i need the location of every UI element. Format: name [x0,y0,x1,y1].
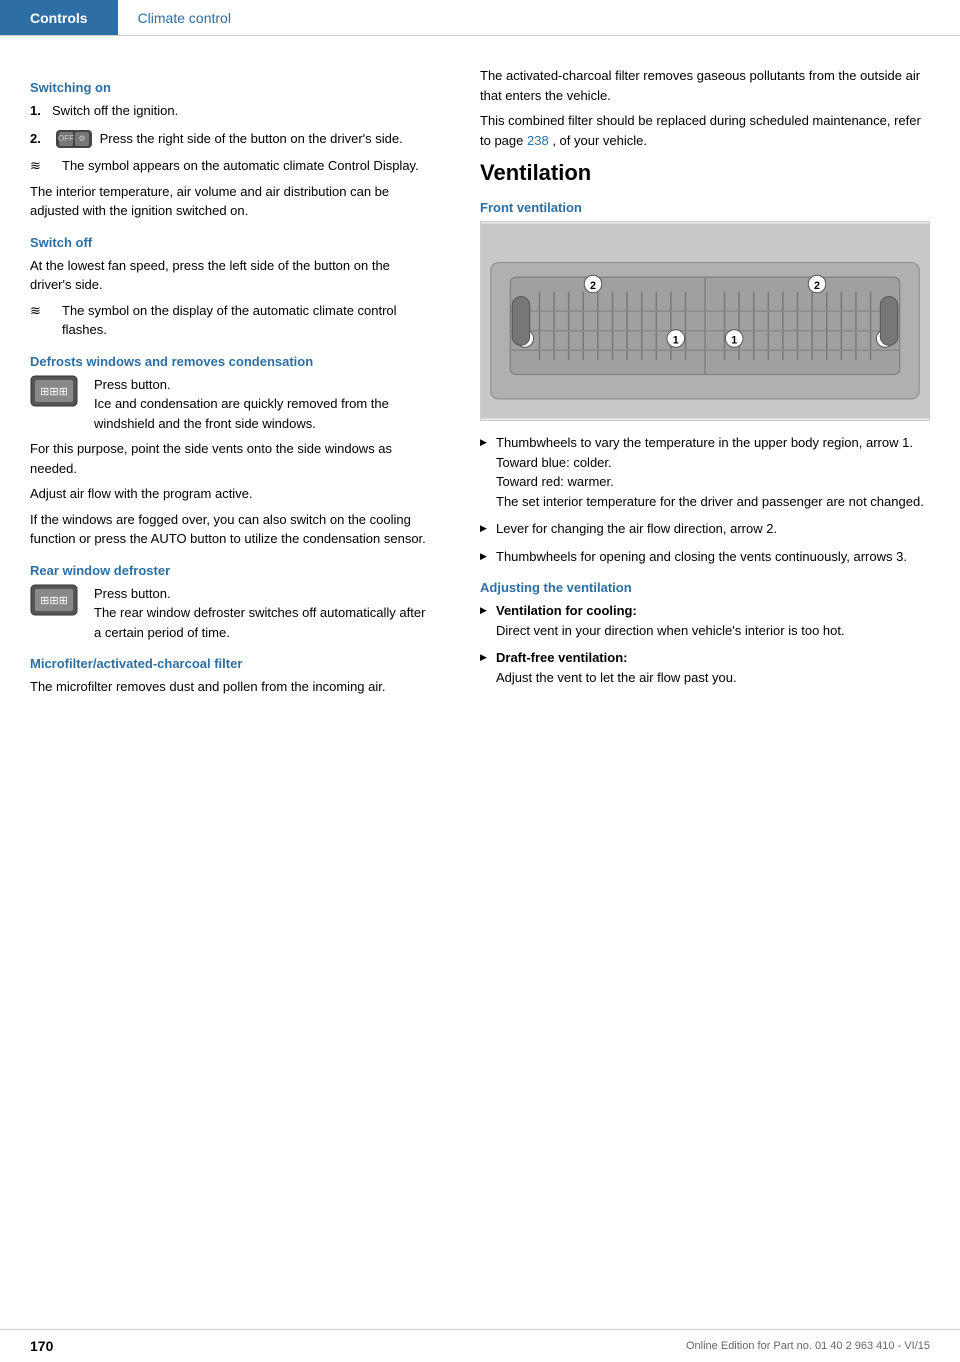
step-1: 1. Switch off the ignition. [30,101,430,121]
auto-off-icon-left: OFF [59,132,73,146]
microfilter-body3: This combined filter should be replaced … [480,111,930,150]
svg-text:1: 1 [731,334,737,346]
defrosts-button-icon: ⊞⊞⊞ [30,375,86,410]
ventilation-bullet-3: Thumbwheels for opening and closing the … [480,547,930,567]
defrosts-body4: If the windows are fogged over, you can … [30,510,430,549]
switching-on-heading: Switching on [30,80,430,95]
step-2-text: Press the right side of the button on th… [100,131,403,146]
svg-text:2: 2 [814,280,820,292]
svg-text:⊞⊞⊞: ⊞⊞⊞ [40,595,68,607]
svg-text:⊞⊞⊞: ⊞⊞⊞ [40,386,68,398]
switching-on-symbol-row: ≋ The symbol appears on the automatic cl… [30,156,430,176]
ventilation-bullet-2: Lever for changing the air flow directio… [480,519,930,539]
header-controls-tab: Controls [0,0,118,35]
rear-window-button-icon: ⊞⊞⊞ [30,584,86,619]
auto-off-button-icon: OFF ⚙ [56,130,92,148]
step-2: 2. OFF ⚙ Press the right side of the but… [30,129,430,149]
rear-window-heading: Rear window defroster [30,563,430,578]
ventilation-heading: Ventilation [480,160,930,186]
defrosts-button-row: ⊞⊞⊞ Press button. Ice and condensation a… [30,375,430,434]
microfilter-page-ref[interactable]: 238 [527,133,549,148]
header-climate-tab: Climate control [118,0,251,35]
rear-window-button-row: ⊞⊞⊞ Press button. The rear window defros… [30,584,430,643]
defrosts-body3: Adjust air flow with the program active. [30,484,430,504]
ventilation-bullet-1-text: Thumbwheels to vary the temperature in t… [496,433,924,511]
microfilter-heading: Microfilter/activated-charcoal filter [30,656,430,671]
ventilation-bullet-1: Thumbwheels to vary the temperature in t… [480,433,930,511]
switch-off-heading: Switch off [30,235,430,250]
adjusting-bullet-1: Ventilation for cooling:Direct vent in y… [480,601,930,640]
adjusting-bullet-2: Draft-free ventilation:Adjust the vent t… [480,648,930,687]
defrosts-body1: Ice and condensation are quickly removed… [94,394,430,433]
microfilter-body2: The activated-charcoal filter removes ga… [480,66,930,105]
adjusting-bullet-2-text: Draft-free ventilation:Adjust the vent t… [496,648,737,687]
microfilter-body3-end: , of your vehicle. [552,133,647,148]
climate-symbol-icon: ≋ [30,156,58,176]
microfilter-body1: The microfilter removes dust and pollen … [30,677,430,697]
auto-off-icon-right: ⚙ [75,132,89,146]
page-header: Controls Climate control [0,0,960,36]
footer-info: Online Edition for Part no. 01 40 2 963 … [686,1340,930,1352]
switch-off-symbol-row: ≋ The symbol on the display of the autom… [30,301,430,340]
defrosts-press-button: Press button. Ice and condensation are q… [94,375,430,434]
defrosts-press-button-text: Press button. [94,375,430,395]
front-ventilation-image: 2 2 1 1 3 3 [480,221,930,421]
step-1-text: Switch off the ignition. [52,101,430,121]
step-2-num: 2. [30,129,52,149]
svg-text:2: 2 [590,280,596,292]
main-content: Switching on 1. Switch off the ignition.… [0,36,960,733]
ventilation-bullet-list: Thumbwheels to vary the temperature in t… [480,433,930,566]
switch-off-symbol-note: The symbol on the display of the automat… [62,301,430,340]
adjusting-ventilation-list: Ventilation for cooling:Direct vent in y… [480,601,930,687]
step-2-content: OFF ⚙ Press the right side of the button… [52,129,430,149]
page-footer: 170 Online Edition for Part no. 01 40 2 … [0,1329,960,1362]
switching-on-symbol-note: The symbol appears on the automatic clim… [62,156,430,176]
rear-window-press: Press button. The rear window defroster … [94,584,430,643]
switch-off-body1: At the lowest fan speed, press the left … [30,256,430,295]
page-number: 170 [30,1338,53,1354]
rear-window-body1: The rear window defroster switches off a… [94,603,430,642]
controls-label: Controls [30,10,88,26]
switch-off-symbol-icon: ≋ [30,301,58,321]
front-ventilation-heading: Front ventilation [480,200,930,215]
climate-label: Climate control [138,10,231,26]
adjusting-bullet-1-text: Ventilation for cooling:Direct vent in y… [496,601,845,640]
defrosts-heading: Defrosts windows and removes condensatio… [30,354,430,369]
left-column: Switching on 1. Switch off the ignition.… [0,56,460,713]
step-1-num: 1. [30,101,52,121]
right-column: The activated-charcoal filter removes ga… [460,56,960,713]
ventilation-bullet-3-text: Thumbwheels for opening and closing the … [496,547,907,567]
defrosts-body2: For this purpose, point the side vents o… [30,439,430,478]
switching-on-body1: The interior temperature, air volume and… [30,182,430,221]
adjusting-ventilation-heading: Adjusting the ventilation [480,580,930,595]
rear-window-press-text: Press button. [94,584,430,604]
svg-text:1: 1 [673,334,679,346]
ventilation-bullet-2-text: Lever for changing the air flow directio… [496,519,777,539]
